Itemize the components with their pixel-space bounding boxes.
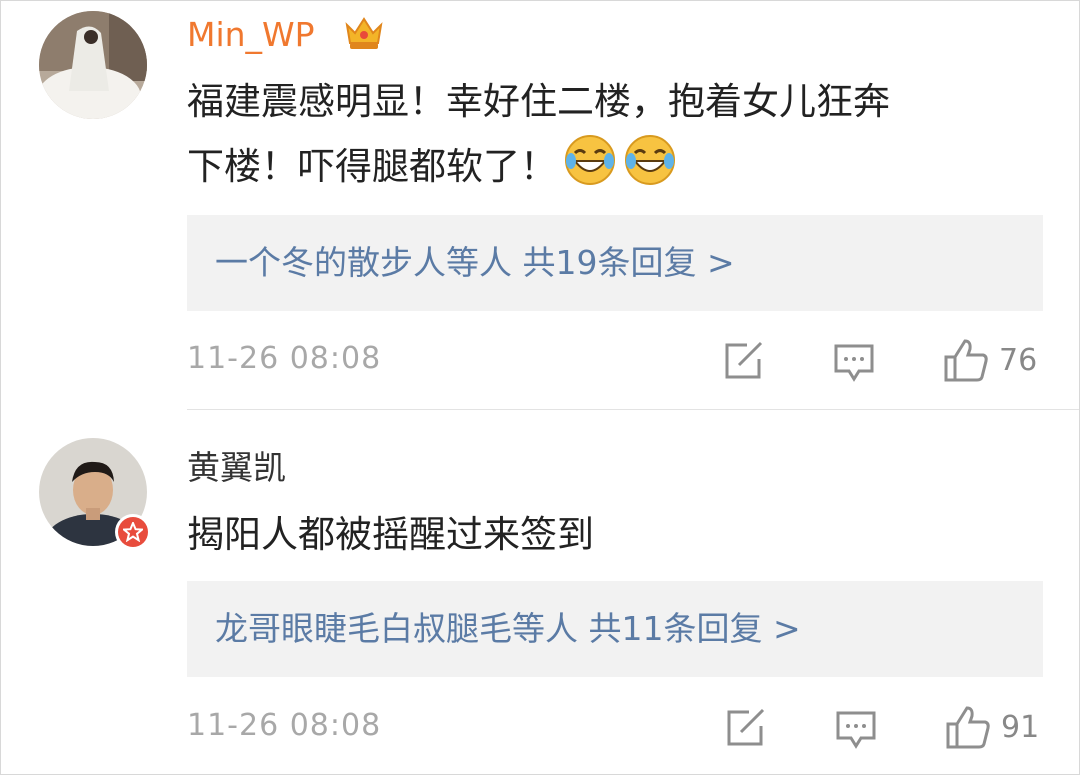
replies-link[interactable]: 一个冬的散步人等人 共19条回复 > <box>215 239 735 287</box>
like-count: 91 <box>1001 709 1040 745</box>
timestamp: 11-26 08:08 <box>187 341 382 376</box>
comment-text-line: 福建震感明显！幸好住二楼，抱着女儿狂奔 <box>187 80 890 123</box>
reply-usernames[interactable]: 一个冬的散步人 <box>215 243 446 282</box>
repost-button[interactable] <box>725 708 767 748</box>
thumbs-up-icon <box>944 339 988 382</box>
comment-bubble-icon <box>834 344 874 382</box>
laugh-cry-icon <box>563 133 617 206</box>
reply-mid-text: 等人 <box>512 609 578 648</box>
replies-preview[interactable]: 一个冬的散步人等人 共19条回复 > <box>187 215 1043 311</box>
username[interactable]: Min_WP <box>187 15 315 55</box>
comment-text: 揭阳人都被摇醒过来签到 <box>187 504 1037 566</box>
reply-count[interactable]: 共19条回复 > <box>523 243 735 282</box>
comment-button[interactable] <box>833 343 875 383</box>
star-icon <box>123 522 143 542</box>
comment-item: 黄翼凯 揭阳人都被摇醒过来签到 龙哥眼睫毛白叔腿毛等人 共11条回复 > 11-… <box>1 410 1080 776</box>
verified-badge <box>115 514 151 550</box>
repost-icon <box>727 708 765 746</box>
like-count: 76 <box>999 342 1038 378</box>
vip-crown-icon <box>343 13 385 55</box>
replies-preview[interactable]: 龙哥眼睫毛白叔腿毛等人 共11条回复 > <box>187 581 1043 677</box>
comment-text-line: 揭阳人都被摇醒过来签到 <box>187 513 594 556</box>
comment-bubble-icon <box>836 711 876 749</box>
repost-icon <box>725 341 763 379</box>
username[interactable]: 黄翼凯 <box>187 448 286 488</box>
reply-usernames[interactable]: 龙哥眼睫毛白叔腿毛 <box>215 609 512 648</box>
repost-button[interactable] <box>723 341 765 381</box>
comment-text: 福建震感明显！幸好住二楼，抱着女儿狂奔 下楼！吓得腿都软了！ <box>187 71 1037 206</box>
comment-button[interactable] <box>835 710 877 750</box>
like-button[interactable]: 76 <box>943 337 1037 383</box>
reply-count[interactable]: 共11条回复 > <box>589 609 801 648</box>
comment-text-line: 下楼！吓得腿都软了！ <box>187 133 1037 206</box>
like-button[interactable]: 91 <box>945 704 1039 750</box>
timestamp: 11-26 08:08 <box>187 708 382 743</box>
avatar[interactable] <box>39 11 147 119</box>
replies-link[interactable]: 龙哥眼睫毛白叔腿毛等人 共11条回复 > <box>215 605 801 653</box>
thumbs-up-icon <box>946 706 990 749</box>
comment-text-line-2: 下楼！吓得腿都软了！ <box>187 145 557 188</box>
laugh-cry-icon <box>623 133 677 206</box>
comment-item: Min_WP 福建震感明显！幸好住二楼，抱着女儿狂奔 下楼！吓得腿都软了！ 一个… <box>1 1 1080 409</box>
reply-mid-text: 等人 <box>446 243 512 282</box>
